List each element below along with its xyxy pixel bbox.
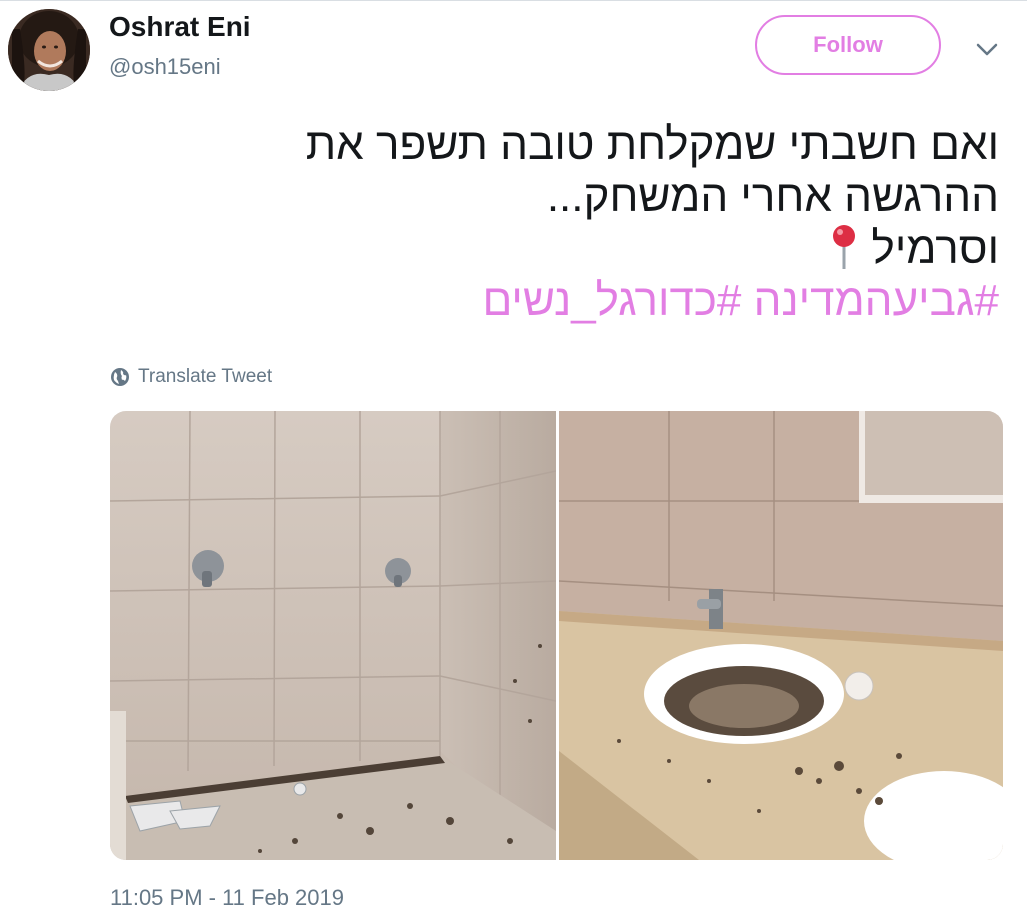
user-name[interactable]: Oshrat Eni: [109, 11, 251, 43]
hashtag-line: #גביעהמדינה #כדורגל_נשים: [139, 275, 999, 327]
tweet-text: ואם חשבתי שמקלחת טובה תשפר את ההרגשה אחר…: [139, 119, 999, 327]
chevron-down-icon[interactable]: [972, 37, 1002, 61]
user-handle[interactable]: @osh15eni: [109, 54, 221, 80]
follow-button[interactable]: Follow: [755, 15, 941, 75]
avatar-photo: [8, 9, 90, 91]
media-grid: [110, 411, 1003, 860]
avatar[interactable]: [8, 9, 90, 91]
translate-label: Translate Tweet: [138, 366, 273, 387]
tweet-line-text: וסרמיל: [871, 224, 999, 273]
shower-photo[interactable]: [110, 411, 556, 860]
tweet-line: ואם חשבתי שמקלחת טובה תשפר את: [305, 120, 999, 169]
tweet-line: וסרמיל: [139, 223, 999, 275]
sink-photo[interactable]: [559, 411, 1003, 860]
tweet-timestamp[interactable]: 11:05 PM - 11 Feb 2019: [110, 885, 344, 911]
translate-tweet-link[interactable]: Translate Tweet: [110, 366, 272, 388]
tweet-line: ההרגשה אחרי המשחק...: [546, 172, 999, 221]
round-pushpin-icon: [833, 225, 856, 269]
globe-icon: [111, 368, 129, 386]
hashtag-link[interactable]: #כדורגל_נשים: [482, 276, 741, 325]
hashtag-link[interactable]: #גביעהמדינה: [754, 276, 999, 325]
tweet-card: Oshrat Eni @osh15eni Follow ואם חשבתי שמ…: [0, 0, 1027, 915]
